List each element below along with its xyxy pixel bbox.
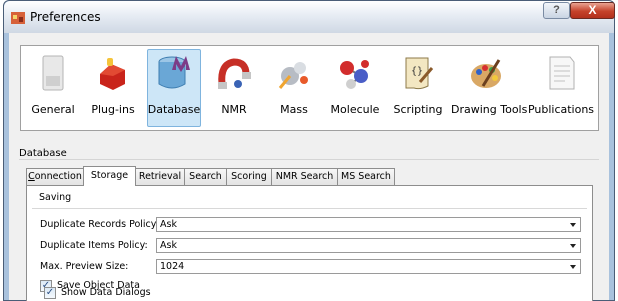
scripting-icon: {}: [405, 57, 434, 90]
switch-icon: [42, 55, 64, 91]
category-nmr[interactable]: NMR: [206, 46, 262, 130]
mass-icon: [278, 62, 308, 89]
dialog-body: General Plug-ins Database NMR Mass Molec…: [9, 33, 609, 301]
tab-storage[interactable]: Storage: [83, 166, 136, 186]
window-title: Preferences: [30, 10, 101, 24]
duplicate-items-policy-label: Duplicate Items Policy:: [40, 240, 148, 251]
category-label: Database: [147, 103, 201, 116]
category-label: Molecule: [330, 103, 380, 116]
title-bar[interactable]: Preferences ? X: [4, 1, 615, 33]
category-label: Publications: [527, 103, 595, 116]
chevron-down-icon: [570, 244, 576, 248]
category-label: Drawing Tools: [451, 103, 528, 116]
category-label: NMR: [221, 103, 247, 116]
plugins-icon: [100, 58, 125, 90]
storage-tab-panel: Saving Duplicate Records Policy: Ask Dup…: [26, 185, 593, 301]
category-publications[interactable]: Publications: [526, 46, 596, 130]
category-general[interactable]: General: [25, 46, 81, 130]
tab-nmr-search[interactable]: NMR Search: [271, 168, 338, 185]
show-data-dialogs-label: Show Data Dialogs: [61, 287, 151, 298]
tab-label: NMR Search: [275, 171, 334, 182]
category-scripting[interactable]: {} Scripting: [388, 46, 448, 130]
tab-ms-search[interactable]: MS Search: [337, 168, 395, 185]
duplicate-records-policy-label: Duplicate Records Policy:: [40, 219, 159, 230]
palette-icon: [471, 59, 501, 88]
category-label: General: [31, 103, 75, 116]
preferences-window: Preferences ? X General Plug-ins Databas…: [3, 0, 615, 301]
help-button[interactable]: ?: [543, 2, 570, 19]
publications-icon: [549, 56, 575, 90]
saving-divider: [32, 208, 587, 209]
category-plug-ins[interactable]: Plug-ins: [84, 46, 142, 130]
duplicate-items-policy-select[interactable]: Ask: [156, 238, 581, 253]
database-icon: [158, 56, 190, 89]
category-database[interactable]: Database: [145, 46, 203, 130]
tab-scoring[interactable]: Scoring: [226, 168, 272, 185]
max-preview-size-label: Max. Preview Size:: [40, 261, 129, 272]
tab-mnemonic: C: [28, 171, 35, 182]
chevron-down-icon: [570, 223, 576, 227]
max-preview-size-select[interactable]: 1024: [156, 259, 581, 274]
select-value: Ask: [160, 240, 177, 251]
category-label: Mass: [280, 103, 308, 116]
tab-label: Retrieval: [138, 171, 182, 182]
tab-retrieval[interactable]: Retrieval: [135, 168, 185, 185]
select-value: 1024: [160, 261, 185, 272]
duplicate-records-policy-select[interactable]: Ask: [156, 217, 581, 232]
tab-label: MS Search: [341, 171, 391, 182]
molecule-icon: [340, 60, 369, 89]
show-data-dialogs-checkbox[interactable]: ✓: [44, 287, 56, 299]
close-button[interactable]: X: [570, 2, 615, 19]
category-mass[interactable]: Mass: [265, 46, 323, 130]
tab-label: Scoring: [231, 171, 267, 182]
category-bar: General Plug-ins Database NMR Mass Molec…: [20, 45, 599, 131]
tab-connection[interactable]: Connection: [26, 168, 84, 185]
saving-section-label: Saving: [39, 192, 72, 203]
database-group-title: Database: [19, 148, 67, 159]
tab-label: Storage: [90, 170, 129, 181]
category-label: Plug-ins: [91, 103, 135, 116]
magnet-icon: [218, 58, 251, 89]
category-molecule[interactable]: Molecule: [325, 46, 385, 130]
category-drawing-tools[interactable]: Drawing Tools: [451, 46, 528, 130]
select-value: Ask: [160, 219, 177, 230]
app-icon: [11, 12, 25, 24]
tab-label: Search: [189, 171, 222, 182]
category-label: Scripting: [393, 103, 443, 116]
tab-search[interactable]: Search: [184, 168, 227, 185]
svg-text:{}: {}: [411, 66, 423, 77]
chevron-down-icon: [570, 265, 576, 269]
tab-label-rest: onnection: [34, 171, 82, 182]
